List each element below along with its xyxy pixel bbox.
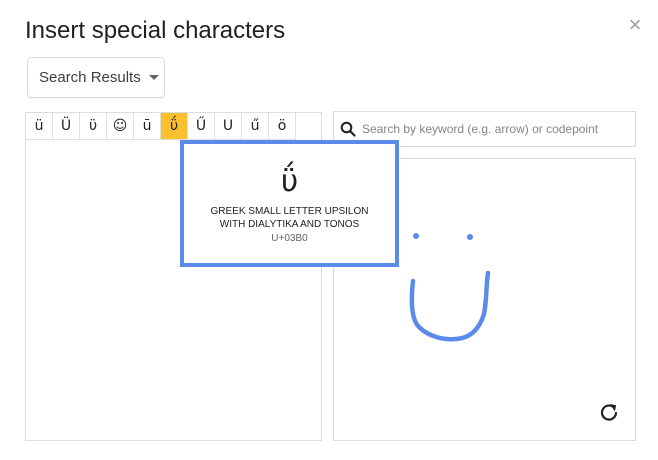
char-cell[interactable]: ☺: [107, 113, 134, 140]
category-dropdown[interactable]: Search Results: [27, 57, 165, 98]
char-cell[interactable]: ϋ: [80, 113, 107, 140]
preview-character-name: GREEK SMALL LETTER UPSILON WITH DIALYTIK…: [210, 206, 369, 230]
search-input[interactable]: [362, 114, 635, 144]
category-dropdown-label: Search Results: [39, 69, 141, 86]
char-cell[interactable]: ű: [242, 113, 269, 140]
chevron-down-icon: [148, 75, 159, 80]
close-icon[interactable]: ×: [624, 14, 646, 36]
char-cell[interactable]: ū: [134, 113, 161, 140]
char-cell[interactable]: Ű: [188, 113, 215, 140]
character-preview-tooltip: ΰ GREEK SMALL LETTER UPSILON WITH DIALYT…: [180, 140, 399, 267]
char-cell[interactable]: ö: [269, 113, 296, 140]
drawn-stroke-u: [409, 270, 491, 342]
drawn-dot-left: [413, 233, 419, 239]
char-cell[interactable]: U: [215, 113, 242, 140]
char-cell[interactable]: Ü: [53, 113, 80, 140]
drawn-dot-right: [467, 234, 473, 240]
results-row: ü Ü ϋ ☺ ū ΰ Ű U ű ö: [26, 113, 296, 140]
preview-codepoint: U+03B0: [271, 233, 308, 244]
char-cell-selected[interactable]: ΰ: [161, 113, 188, 140]
reset-icon[interactable]: [597, 401, 621, 425]
insert-special-characters-dialog: Insert special characters × Search Resul…: [0, 0, 658, 460]
char-cell[interactable]: ü: [26, 113, 53, 140]
dialog-title: Insert special characters: [25, 17, 286, 44]
preview-character: ΰ: [280, 164, 299, 199]
